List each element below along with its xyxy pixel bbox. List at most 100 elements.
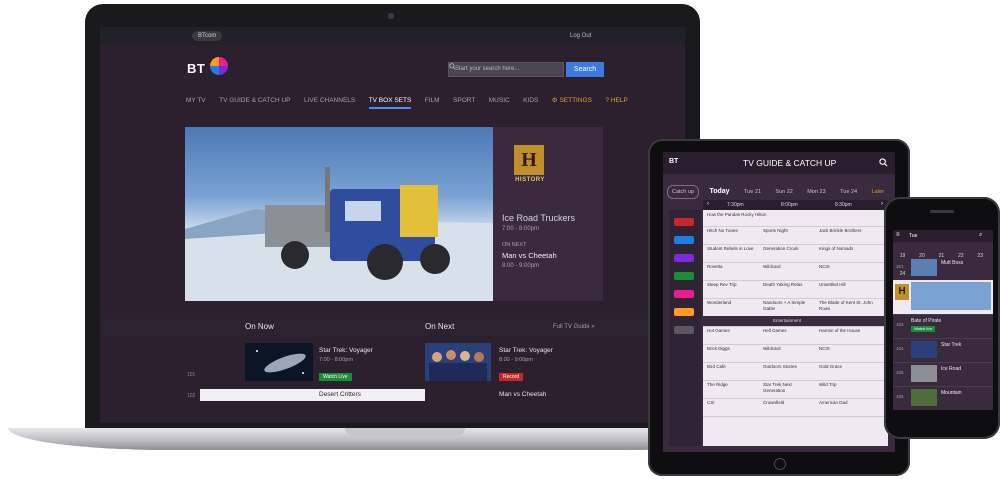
bt-logo[interactable]: BT	[187, 61, 205, 76]
grid-cell[interactable]: Outdoors Stories	[763, 364, 813, 370]
grid-cell[interactable]: Harmin of the House	[819, 328, 879, 334]
list-item-expanded[interactable]: H	[893, 280, 993, 315]
table-row[interactable]: The Ridge Star Trek Next Generation Wild…	[703, 380, 888, 399]
card-title[interactable]: Desert Critters	[319, 391, 361, 398]
channel-logo[interactable]	[674, 308, 694, 316]
nav-tv-box-sets[interactable]: TV BOX SETS	[368, 95, 412, 109]
channel-logo[interactable]	[674, 236, 694, 244]
grid-cell[interactable]: Death Yaking Relax	[763, 282, 813, 288]
grid-cell[interactable]: How the Pandas Rocky Hilton	[707, 212, 787, 218]
nav-kids[interactable]: KIDS	[523, 95, 538, 107]
next-arrow-icon[interactable]: ›	[881, 201, 883, 207]
list-item[interactable]: 101 Mutt Boss	[893, 256, 993, 281]
nav-tv-guide[interactable]: TV GUIDE & CATCH UP	[219, 95, 290, 107]
table-row[interactable]: Rosetta Wildcard NCIS	[703, 262, 888, 281]
grid-cell[interactable]: NCIS	[819, 264, 879, 270]
grid-cell[interactable]: Wildcard	[763, 264, 813, 270]
hero-title[interactable]: Ice Road Truckers	[502, 213, 575, 223]
tab-today[interactable]: Today	[705, 186, 733, 198]
nav-help[interactable]: ? HELP	[605, 95, 627, 107]
watch-live-button[interactable]: Watch Live	[319, 373, 352, 381]
grid-cell[interactable]: Generation Crook	[763, 246, 813, 252]
channel-number: 104	[896, 346, 904, 351]
grid-cell[interactable]: Wildcard	[763, 346, 813, 352]
card-title[interactable]: Star Trek: Voyager	[499, 347, 553, 354]
grid-cell[interactable]: CSI	[707, 400, 757, 406]
grid-cell[interactable]: Unsettled Hill	[819, 282, 879, 288]
grid-cell[interactable]: Gold Grace	[819, 364, 879, 370]
nav-sport[interactable]: SPORT	[453, 95, 475, 107]
table-row[interactable]: Wonderland Nandoors + A Simple Gable The…	[703, 298, 888, 317]
tab-day[interactable]: Tue 21	[740, 186, 765, 198]
list-item[interactable]: 104 Star Trek	[893, 338, 993, 363]
tab-day[interactable]: Mon 23	[803, 186, 829, 198]
card-title[interactable]: Star Trek: Voyager	[319, 347, 373, 354]
nav-film[interactable]: FILM	[425, 95, 440, 107]
tablet-bt-logo[interactable]: BT	[669, 158, 678, 165]
channel-logo[interactable]	[674, 290, 694, 298]
program-title: Mountain	[941, 390, 962, 396]
table-row[interactable]: Hitch No Tunes Sports Night Jack Brinkle…	[703, 226, 888, 245]
table-row[interactable]: Brick Diggs Wildcard NCIS	[703, 344, 888, 363]
nav-live-channels[interactable]: LIVE CHANNELS	[304, 95, 355, 107]
grid-cell[interactable]: Crownfield	[763, 400, 813, 406]
grid-cell[interactable]: Star Trek Next Generation	[763, 382, 813, 394]
grid-cell[interactable]: Sports Night	[763, 228, 813, 234]
grid-cell[interactable]: Wonderland	[707, 300, 757, 306]
grid-cell[interactable]: Brick Diggs	[707, 346, 757, 352]
grid-cell[interactable]: Student Rebels in Love	[707, 246, 757, 252]
grid-cell[interactable]: Jack Brinkle Brothers	[819, 228, 879, 234]
menu-icon[interactable]: ≡	[896, 232, 900, 238]
nav-my-tv[interactable]: MY TV	[186, 95, 206, 107]
next-title[interactable]: Man vs Cheetah	[502, 251, 557, 260]
table-row[interactable]: Sleep Rev Trip Death Yaking Relax Unsett…	[703, 280, 888, 299]
logout-link[interactable]: Log Out	[570, 31, 591, 41]
grid-cell[interactable]: Hell Games	[763, 328, 813, 334]
nav-settings[interactable]: ⚙ SETTINGS	[552, 95, 592, 107]
tab-day[interactable]: Tue 24	[836, 186, 861, 198]
grid-cell[interactable]: NCIS	[819, 346, 879, 352]
table-row[interactable]: Student Rebels in Love Generation Crook …	[703, 244, 888, 263]
hero-image[interactable]	[185, 127, 493, 301]
watch-live-button[interactable]: Watch live	[911, 326, 936, 332]
table-row[interactable]: How the Pandas Rocky Hilton	[703, 210, 888, 227]
site-tab[interactable]: BTcom	[192, 31, 223, 41]
card-title[interactable]: Man vs Cheetah	[499, 391, 546, 398]
grid-cell[interactable]: Sleep Rev Trip	[707, 282, 757, 288]
list-item[interactable]: 106 Mountain	[893, 386, 993, 410]
table-row[interactable]: CSI Crownfield American Dad	[703, 398, 888, 417]
grid-cell[interactable]: Nandoors + A Simple Gable	[763, 300, 813, 312]
nav-music[interactable]: MUSIC	[489, 95, 510, 107]
search-icon[interactable]	[879, 158, 888, 167]
channel-logo[interactable]	[674, 254, 694, 262]
search-icon[interactable]: ⌕	[979, 232, 982, 239]
grid-cell[interactable]: Kings of Nomads	[819, 246, 879, 252]
table-row[interactable]: Hot Games Hell Games Harmin of the House	[703, 326, 888, 345]
grid-cell[interactable]: Rosetta	[707, 264, 757, 270]
table-row[interactable]: Bird Cafe Outdoors Stories Gold Grace	[703, 362, 888, 381]
list-item[interactable]	[200, 389, 425, 401]
tab-day[interactable]: Sun 22	[771, 186, 796, 198]
grid-cell[interactable]: The Ridge	[707, 382, 757, 388]
channel-logo[interactable]	[674, 326, 694, 334]
full-guide-link[interactable]: Full TV Guide »	[553, 319, 595, 335]
laptop-screen: BTcom Log Out BT Start your search here.…	[100, 27, 685, 423]
channel-logo[interactable]	[674, 272, 694, 280]
prev-arrow-icon[interactable]: ‹	[707, 201, 709, 207]
on-now-thumb[interactable]	[245, 343, 313, 381]
grid-cell[interactable]: Hitch No Tunes	[707, 228, 757, 234]
grid-cell[interactable]: American Dad	[819, 400, 879, 406]
on-next-thumb[interactable]	[425, 343, 491, 381]
tab-catch-up[interactable]: Catch up	[667, 185, 700, 199]
tab-later[interactable]: Later	[867, 186, 888, 198]
grid-cell[interactable]: Wild Trip	[819, 382, 879, 388]
grid-cell[interactable]: Bird Cafe	[707, 364, 757, 370]
list-item[interactable]: 103 Bate of Pirate Watch live	[893, 314, 993, 339]
grid-cell[interactable]: Hot Games	[707, 328, 757, 334]
record-button[interactable]: Record	[499, 373, 524, 381]
search-button[interactable]: Search	[566, 62, 604, 77]
channel-logo[interactable]	[674, 218, 694, 226]
list-item[interactable]: 105 Ice Road	[893, 362, 993, 387]
program-image[interactable]	[911, 282, 991, 310]
grid-cell[interactable]: The Blade of Kent St. John Rows	[819, 300, 879, 312]
